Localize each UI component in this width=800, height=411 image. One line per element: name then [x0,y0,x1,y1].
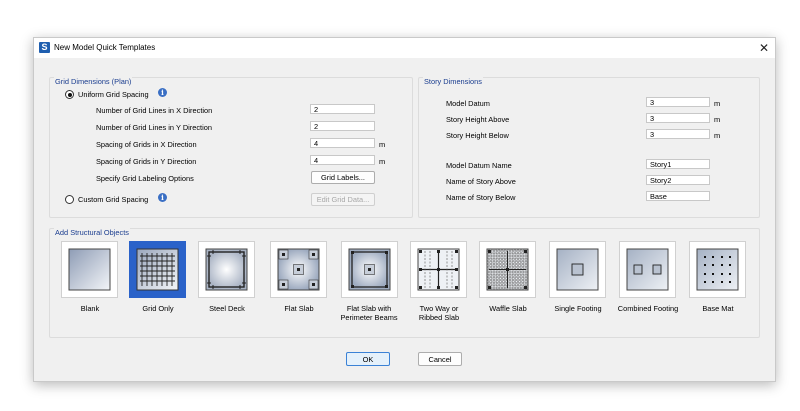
base-mat-template-icon [696,248,739,291]
edit-grid-data-button[interactable]: Edit Grid Data... [311,193,375,206]
story-above-name-field[interactable]: Story2 [646,175,710,185]
close-icon[interactable]: ✕ [757,41,771,55]
spacing-x-unit: m [379,140,386,149]
template-label-two-way-ribbed: Two Way or Ribbed Slab [418,304,460,322]
template-two-way-ribbed-slab[interactable] [410,241,467,298]
template-flat-slab-perimeter-beams[interactable] [341,241,398,298]
waffle-slab-template-icon [486,248,529,291]
spacing-y-label: Spacing of Grids in Y Direction [96,157,197,166]
cancel-button[interactable]: Cancel [418,352,462,366]
story-dimensions-title: Story Dimensions [423,77,483,86]
story-below-name-field[interactable]: Base [646,191,710,201]
template-label-flat-slab: Flat Slab [284,304,314,313]
story-height-below-field[interactable]: 3 [646,129,710,139]
story-height-above-unit: m [714,115,721,124]
combined-footing-template-icon [626,248,669,291]
spacing-x-field[interactable]: 4 [310,138,375,148]
uniform-grid-label: Uniform Grid Spacing [78,90,149,99]
ok-button[interactable]: OK [346,352,390,366]
story-height-above-field[interactable]: 3 [646,113,710,123]
grid-only-template-icon [136,248,179,291]
grid-lines-y-label: Number of Grid Lines in Y Direction [96,123,212,132]
template-label-waffle-slab: Waffle Slab [489,304,527,313]
template-steel-deck[interactable] [198,241,255,298]
story-height-above-label: Story Height Above [446,115,510,124]
custom-grid-info-icon[interactable]: i [158,193,167,202]
template-label-blank: Blank [80,304,100,313]
title-bar: S New Model Quick Templates ✕ [34,38,775,58]
grid-labeling-label: Specify Grid Labeling Options [96,174,194,183]
template-label-combined-footing: Combined Footing [617,304,679,313]
model-datum-name-label: Model Datum Name [446,161,512,170]
grid-lines-y-field[interactable]: 2 [310,121,375,131]
dialog-title: New Model Quick Templates [54,43,156,52]
grid-labels-button[interactable]: Grid Labels... [311,171,375,184]
template-blank[interactable] [61,241,118,298]
uniform-grid-radio[interactable] [65,90,74,99]
story-height-below-label: Story Height Below [446,131,509,140]
template-flat-slab[interactable] [270,241,327,298]
template-grid-only[interactable] [129,241,186,298]
grid-dimensions-title: Grid Dimensions (Plan) [54,77,133,86]
single-footing-template-icon [556,248,599,291]
template-label-base-mat: Base Mat [702,304,734,313]
new-model-quick-templates-dialog: S New Model Quick Templates ✕ Grid Dimen… [33,37,776,382]
template-label-flat-slab-perimeter: Flat Slab with Perimeter Beams [340,304,398,322]
spacing-x-label: Spacing of Grids in X Direction [96,140,197,149]
uniform-grid-info-icon[interactable]: i [158,88,167,97]
model-datum-name-field[interactable]: Story1 [646,159,710,169]
template-waffle-slab[interactable] [479,241,536,298]
template-combined-footing[interactable] [619,241,676,298]
template-label-single-footing: Single Footing [554,304,602,313]
flat-slab-template-icon [277,248,320,291]
story-below-name-label: Name of Story Below [446,193,516,202]
two-way-ribbed-slab-template-icon [417,248,460,291]
structural-objects-title: Add Structural Objects [54,228,130,237]
steel-deck-template-icon [205,248,248,291]
app-icon: S [39,42,50,53]
template-label-steel-deck: Steel Deck [209,304,245,313]
story-height-below-unit: m [714,131,721,140]
story-above-name-label: Name of Story Above [446,177,516,186]
model-datum-label: Model Datum [446,99,490,108]
template-single-footing[interactable] [549,241,606,298]
custom-grid-radio[interactable] [65,195,74,204]
blank-template-icon [68,248,111,291]
model-datum-unit: m [714,99,721,108]
spacing-y-field[interactable]: 4 [310,155,375,165]
spacing-y-unit: m [379,157,386,166]
flat-slab-perimeter-beams-template-icon [348,248,391,291]
grid-lines-x-label: Number of Grid Lines in X Direction [96,106,213,115]
template-label-grid-only: Grid Only [142,304,174,313]
template-base-mat[interactable] [689,241,746,298]
model-datum-field[interactable]: 3 [646,97,710,107]
custom-grid-label: Custom Grid Spacing [78,195,149,204]
grid-lines-x-field[interactable]: 2 [310,104,375,114]
